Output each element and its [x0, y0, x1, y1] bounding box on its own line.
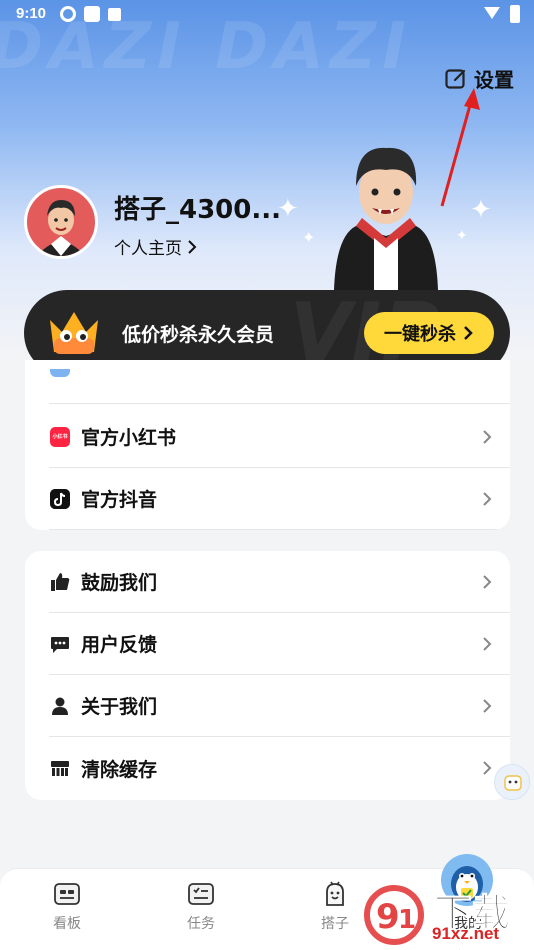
battery-icon: [510, 5, 520, 23]
list-item-encourage[interactable]: 鼓励我们: [49, 551, 510, 613]
tab-label: 搭子: [321, 916, 349, 932]
chevron-right-icon: [483, 636, 492, 651]
list-item-label: 关于我们: [81, 696, 158, 718]
avatar[interactable]: [24, 185, 98, 259]
chevron-right-icon: [464, 326, 473, 340]
avatar-character-icon: [37, 200, 85, 256]
chevron-right-icon: [483, 698, 492, 713]
feedback-icon: [51, 636, 69, 653]
sparkle-icon-right: ✦: [470, 195, 492, 225]
xiaohongshu-icon: 小红书: [50, 426, 70, 447]
wifi-icon: [484, 7, 500, 19]
homepage-label: 个人主页: [114, 239, 182, 259]
buddy-icon: [326, 881, 344, 906]
site-watermark-logo-icon: 9 1: [364, 885, 424, 945]
tab-label: 看板: [53, 916, 81, 932]
svg-text:9: 9: [376, 897, 400, 937]
status-bar: 9:10: [0, 0, 534, 30]
chevron-right-icon: [483, 491, 492, 506]
flash-sale-label: 一键秒杀: [384, 324, 456, 345]
username: 搭子_4300...: [114, 195, 281, 225]
list-item-label: 用户反馈: [81, 634, 158, 656]
tab-dashboard[interactable]: 看板: [27, 879, 107, 933]
watermark-site-url: 91xz.net: [432, 924, 500, 943]
sparkle-icon-right-small: ✦: [456, 228, 468, 244]
list-item-partial[interactable]: [49, 360, 510, 404]
chevron-right-icon: [483, 574, 492, 589]
list-item-xiaohongshu[interactable]: 小红书 官方小红书: [49, 406, 510, 468]
list-item-about[interactable]: 关于我们: [49, 675, 510, 737]
svg-text:1: 1: [398, 905, 416, 935]
crown-icon: [50, 312, 98, 354]
app-notification-icon-3: [108, 8, 121, 21]
list-item-clear-cache[interactable]: 清除缓存: [49, 737, 510, 799]
chevron-right-icon: [188, 239, 197, 254]
social-links-card: 小红书 官方小红书 官方抖音: [25, 360, 510, 530]
list-item-douyin[interactable]: 官方抖音: [49, 468, 510, 530]
personal-homepage-link[interactable]: 个人主页: [114, 234, 198, 259]
chevron-right-icon: [483, 429, 492, 444]
tab-tasks[interactable]: 任务: [161, 879, 241, 933]
assistant-bubble-icon: [504, 775, 522, 791]
douyin-icon: [50, 488, 70, 509]
partial-item-icon: [49, 362, 71, 384]
app-notification-icon-2: [84, 6, 100, 22]
list-item-label: 鼓励我们: [81, 572, 158, 594]
tab-label: 任务: [187, 916, 215, 932]
list-item-label: 官方抖音: [81, 489, 158, 511]
list-item-label: 官方小红书: [81, 427, 177, 449]
thumbs-up-icon: [51, 572, 70, 591]
dashboard-icon: [54, 883, 80, 905]
task-icon: [188, 883, 214, 905]
vampire-mascot-icon: [334, 147, 438, 290]
flash-sale-button[interactable]: 一键秒杀: [364, 312, 494, 354]
list-item-label: 清除缓存: [81, 758, 158, 781]
status-time: 9:10: [16, 5, 47, 22]
list-item-feedback[interactable]: 用户反馈: [49, 613, 510, 675]
sparkle-icon: ✦: [277, 194, 299, 224]
vip-promo-text: 低价秒杀永久会员: [122, 324, 275, 346]
support-card: 鼓励我们 用户反馈 关于我们 清除缓存: [25, 551, 510, 800]
sparkle-icon-small: ✦: [302, 228, 316, 247]
floating-assistant-button[interactable]: [494, 764, 530, 800]
person-icon: [52, 697, 68, 715]
app-notification-icon: [60, 6, 76, 22]
clear-cache-icon: [51, 761, 69, 776]
